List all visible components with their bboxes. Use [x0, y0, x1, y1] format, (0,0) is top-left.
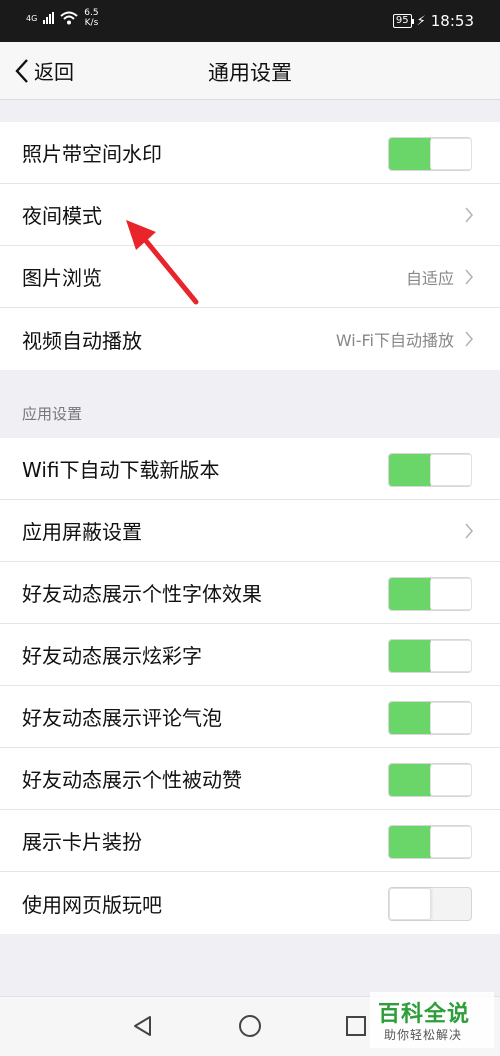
- home-circle-icon[interactable]: [237, 1013, 263, 1039]
- row-label: 展示卡片装扮: [22, 830, 142, 854]
- row-label: 夜间模式: [22, 204, 102, 228]
- toggle-knob: [389, 888, 431, 920]
- toggle-knob: [430, 826, 472, 858]
- toggle-switch[interactable]: [388, 137, 472, 171]
- settings-row[interactable]: 视频自动播放 Wi-Fi下自动播放: [0, 308, 500, 370]
- status-right: 95 ⚡ 18:53: [392, 12, 474, 30]
- row-label: 图片浏览: [22, 266, 102, 290]
- settings-row[interactable]: 图片浏览 自适应: [0, 246, 500, 308]
- settings-row: 好友动态展示个性被动赞: [0, 748, 500, 810]
- toggle-switch[interactable]: [388, 639, 472, 673]
- speed-value: 6.5: [84, 8, 99, 18]
- signal-icon: [43, 12, 55, 24]
- settings-row: Wifi下自动下载新版本: [0, 438, 500, 500]
- speed-unit: K/s: [84, 18, 99, 28]
- charging-icon: ⚡: [416, 13, 426, 29]
- toggle-fill: [389, 640, 431, 672]
- toggle-switch[interactable]: [388, 763, 472, 797]
- page-title: 通用设置: [208, 61, 292, 85]
- row-label: 好友动态展示个性字体效果: [22, 582, 262, 606]
- chevron-right-icon: [465, 207, 474, 223]
- row-value: 自适应: [405, 268, 454, 288]
- network-type: 4G: [26, 13, 38, 23]
- chevron-right-icon: [465, 331, 474, 347]
- watermark-subtitle: 助你轻松解决: [384, 1028, 463, 1042]
- toggle-fill: [389, 138, 431, 170]
- row-value: Wi-Fi下自动播放: [335, 331, 454, 350]
- toggle-knob: [430, 640, 472, 672]
- toggle-knob: [430, 764, 472, 796]
- toggle-fill: [389, 454, 431, 486]
- settings-row: 好友动态展示评论气泡: [0, 686, 500, 748]
- settings-row[interactable]: 夜间模式: [0, 184, 500, 246]
- toggle-knob: [430, 454, 472, 486]
- toggle-fill: [389, 702, 431, 734]
- toggle-fill: [389, 826, 431, 858]
- chevron-right-icon: [465, 523, 474, 539]
- nav-header: 返回 通用设置: [0, 42, 500, 100]
- settings-row[interactable]: 应用屏蔽设置: [0, 500, 500, 562]
- back-triangle-icon[interactable]: [130, 1013, 156, 1039]
- clock: 18:53: [430, 12, 474, 30]
- row-label: Wifi下自动下载新版本: [22, 458, 220, 482]
- row-label: 好友动态展示炫彩字: [22, 644, 202, 668]
- section-header-app-settings: 应用设置: [22, 405, 83, 423]
- network-speed: 6.5 K/s: [84, 8, 98, 28]
- settings-row: 照片带空间水印: [0, 122, 500, 184]
- toggle-switch[interactable]: [388, 577, 472, 611]
- row-label: 好友动态展示个性被动赞: [22, 768, 242, 792]
- app-settings-group: Wifi下自动下载新版本 应用屏蔽设置 好友动态展示个性字体效果 好友动态展示炫彩字好…: [0, 438, 500, 934]
- watermark-logo: 百科全说 助你轻松解决: [370, 992, 494, 1048]
- row-label: 应用屏蔽设置: [22, 520, 142, 544]
- settings-row: 使用网页版玩吧: [0, 872, 500, 934]
- row-label: 视频自动播放: [22, 328, 142, 353]
- general-settings-group: 照片带空间水印 夜间模式图片浏览 自适应视频自动播放 Wi-Fi下自动播放: [0, 122, 500, 370]
- settings-row: 好友动态展示个性字体效果: [0, 562, 500, 624]
- chevron-right-icon: [465, 269, 474, 285]
- toggle-knob: [430, 702, 472, 734]
- battery-icon: 95: [392, 14, 414, 28]
- toggle-fill: [389, 578, 431, 610]
- recents-square-icon[interactable]: [343, 1013, 369, 1039]
- toggle-switch[interactable]: [388, 701, 472, 735]
- annotation-arrow-icon: [126, 220, 199, 305]
- settings-row: 好友动态展示炫彩字: [0, 624, 500, 686]
- watermark-title: 百科全说: [378, 1002, 471, 1027]
- row-label: 好友动态展示评论气泡: [22, 706, 222, 730]
- toggle-fill: [389, 764, 431, 796]
- row-label: 照片带空间水印: [22, 142, 162, 166]
- status-bar: 4G 6.5 K/s 95 ⚡ 18:53: [0, 0, 500, 42]
- status-left: 4G 6.5 K/s: [26, 8, 99, 28]
- toggle-switch[interactable]: [388, 453, 472, 487]
- row-label: 使用网页版玩吧: [22, 892, 162, 917]
- toggle-knob: [430, 138, 472, 170]
- settings-row: 展示卡片装扮: [0, 810, 500, 872]
- toggle-switch[interactable]: [388, 825, 472, 859]
- toggle-knob: [430, 578, 472, 610]
- wifi-icon: [60, 11, 78, 25]
- toggle-switch[interactable]: [388, 887, 472, 921]
